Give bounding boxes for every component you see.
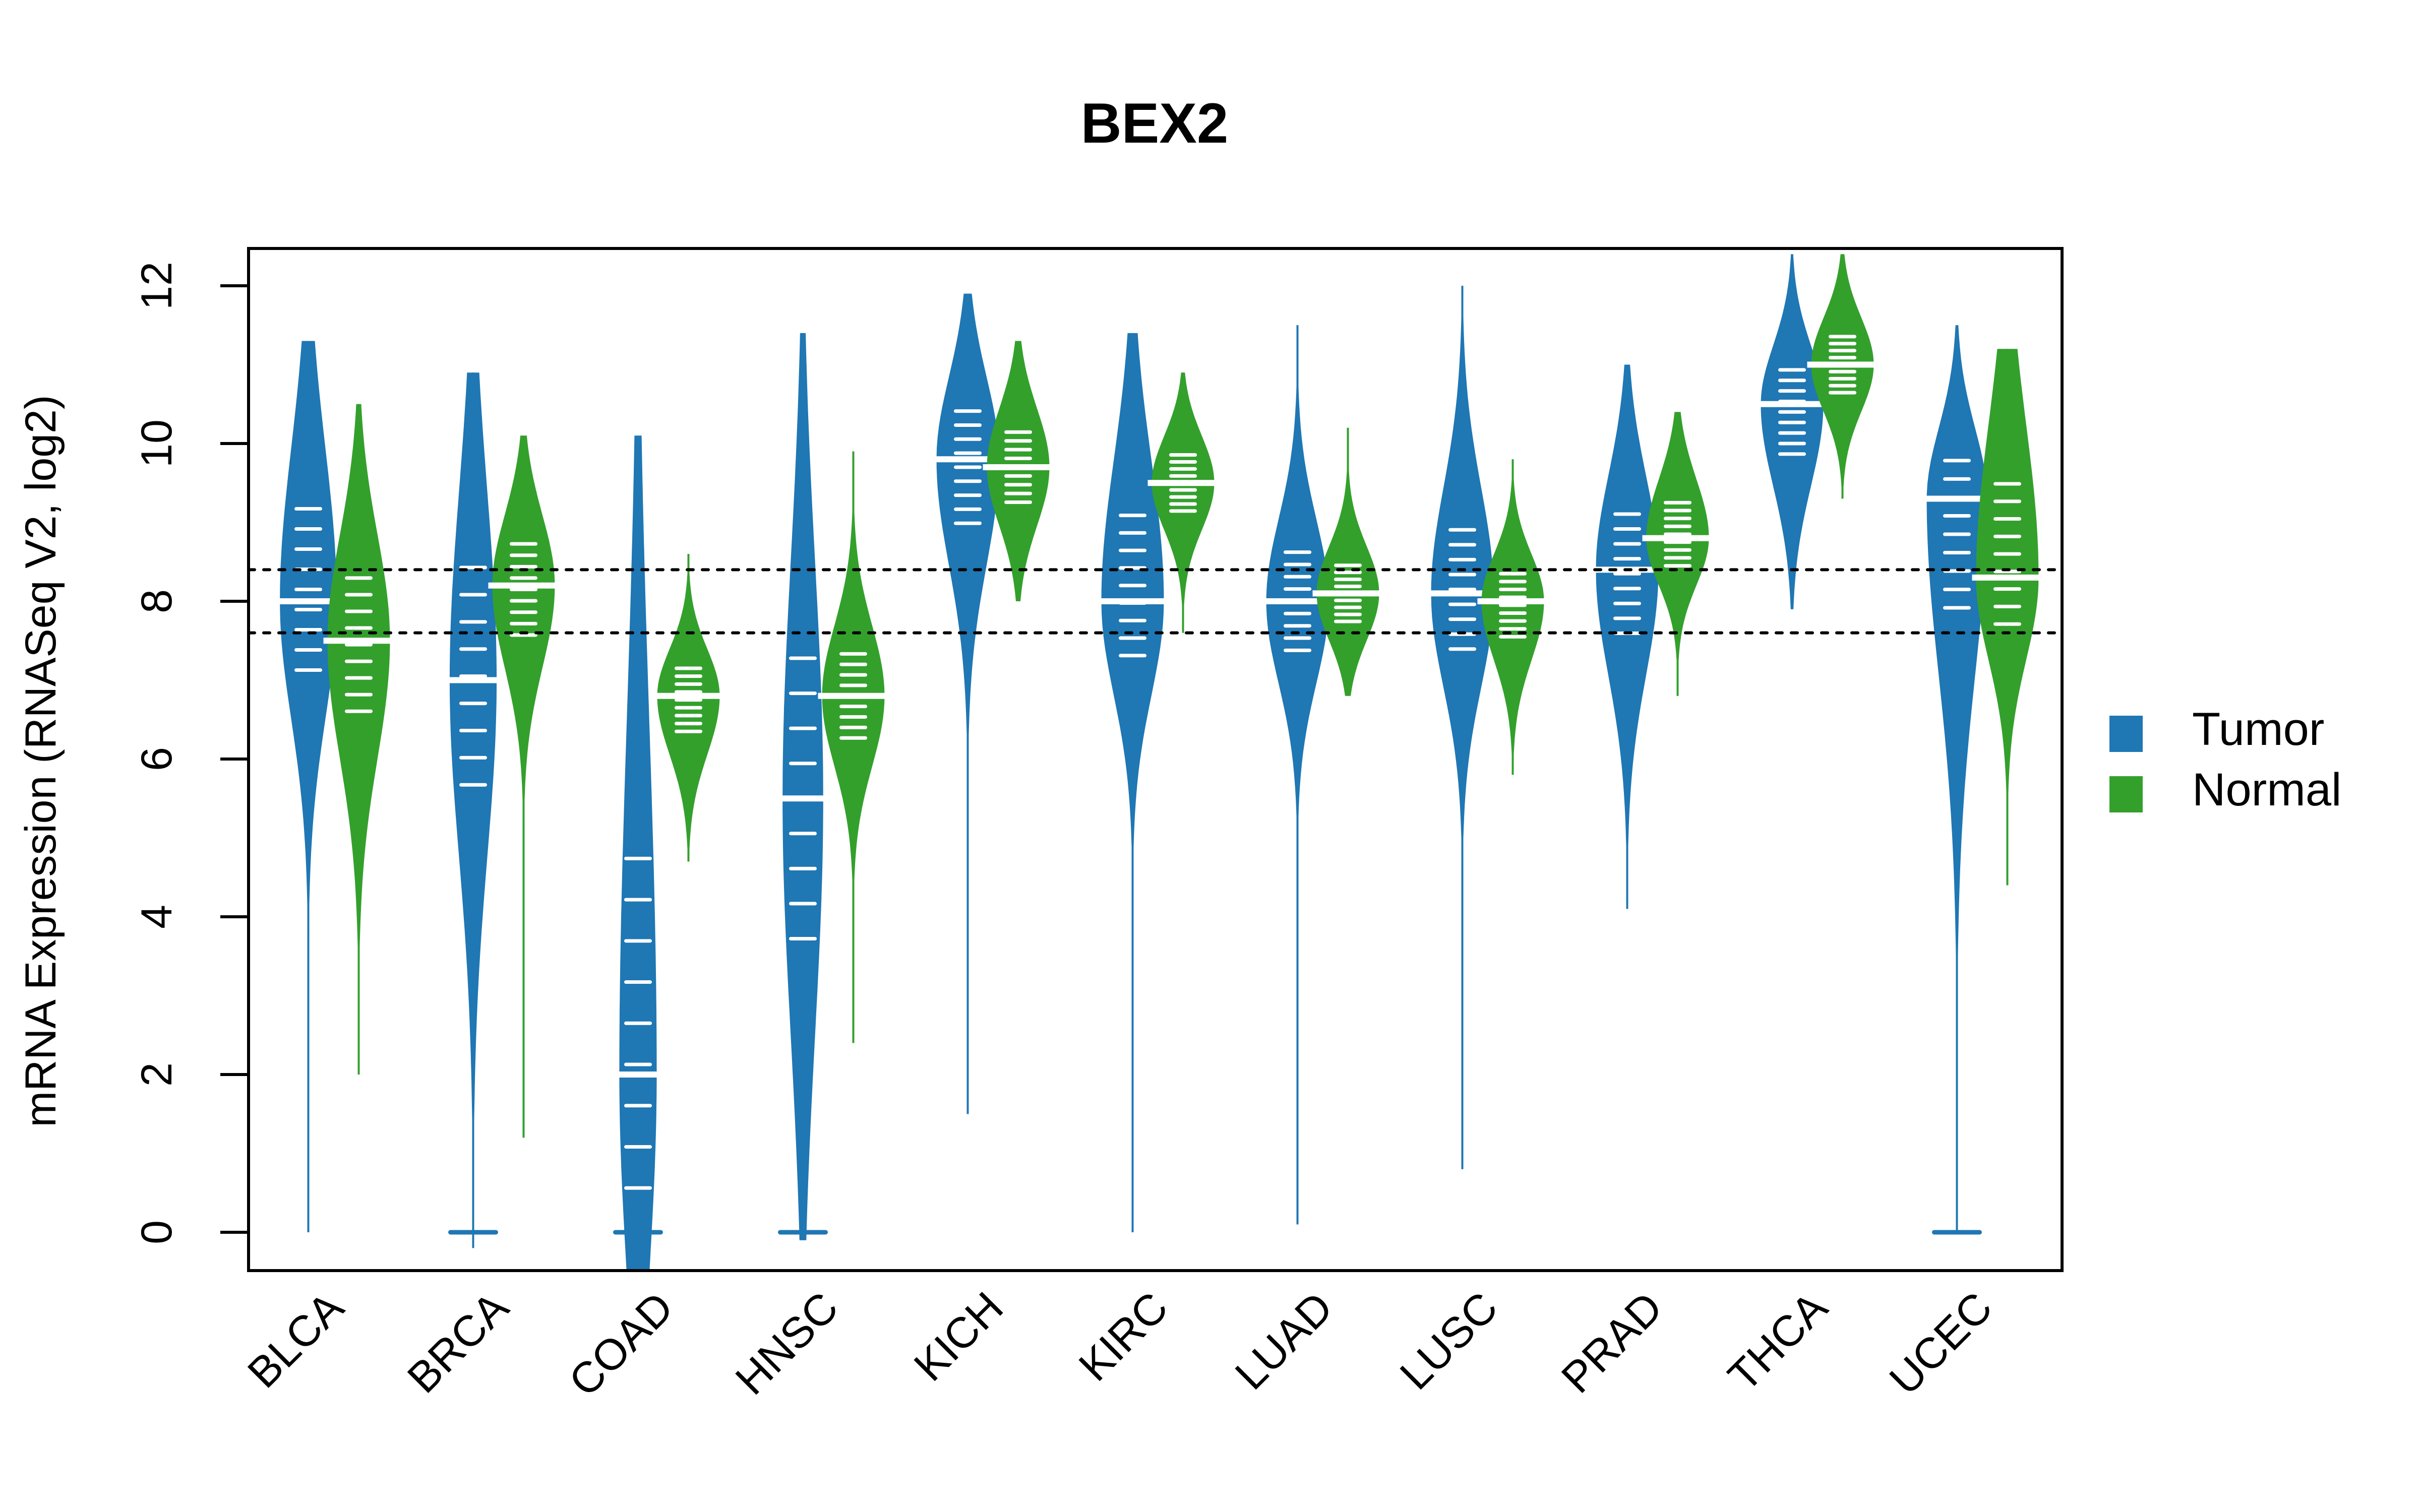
y-tick-label: 0 <box>133 1220 181 1244</box>
legend-swatch-normal <box>2109 776 2143 812</box>
legend-label-tumor: Tumor <box>2192 704 2324 755</box>
y-tick-label: 6 <box>133 747 181 771</box>
y-axis-label: mRNA Expression (RNASeq V2, log2) <box>17 395 65 1127</box>
y-tick-label: 12 <box>133 262 181 310</box>
y-tick-label: 2 <box>133 1062 181 1087</box>
y-tick-label: 10 <box>133 419 181 468</box>
legend-label-normal: Normal <box>2192 764 2341 815</box>
violin-chart: BEX2 0 2 4 6 8 10 12 mRNA Expression (RNASeq V… <box>0 0 2420 1512</box>
y-tick-label: 8 <box>133 589 181 613</box>
y-tick-label: 4 <box>133 905 181 929</box>
legend-swatch-tumor <box>2109 716 2143 752</box>
chart-title: BEX2 <box>1081 92 1229 155</box>
